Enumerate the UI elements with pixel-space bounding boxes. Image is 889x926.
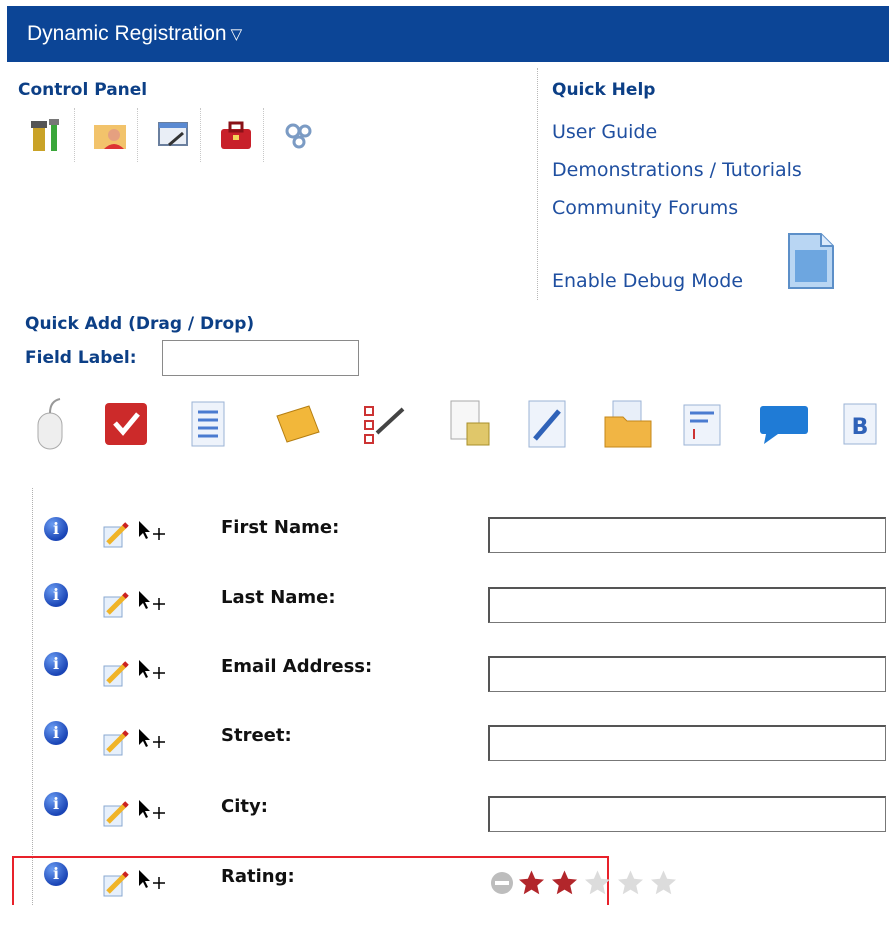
drag-move-icon[interactable]	[137, 798, 169, 822]
drag-move-icon[interactable]	[137, 658, 169, 682]
field-label: City:	[221, 796, 268, 817]
module-header[interactable]: Dynamic Registration ▽	[7, 6, 889, 62]
notes-icon[interactable]	[438, 392, 502, 456]
field-row-last-name: i Last Name:	[0, 583, 889, 647]
star-empty-icon[interactable]	[581, 868, 614, 898]
field-row-email: i Email Address:	[0, 652, 889, 716]
field-row-city: i City:	[0, 792, 889, 856]
quick-help-title: Quick Help	[552, 80, 656, 100]
ticket-icon[interactable]	[266, 392, 330, 456]
comment-icon[interactable]	[752, 392, 816, 456]
module-title: Dynamic Registration	[27, 22, 227, 45]
edit-pencil-icon[interactable]	[102, 800, 130, 828]
edit-pencil-icon[interactable]	[102, 660, 130, 688]
last-name-input[interactable]	[488, 587, 886, 623]
quick-add-title: Quick Add (Drag / Drop)	[25, 314, 255, 334]
tools-icon[interactable]	[20, 108, 75, 162]
enable-debug-link[interactable]: Enable Debug Mode	[552, 270, 743, 292]
field-label: First Name:	[221, 517, 340, 538]
edit-pencil-icon[interactable]	[102, 729, 130, 757]
drag-move-icon[interactable]	[137, 868, 169, 892]
user-folder-icon[interactable]	[83, 108, 138, 162]
field-label-input[interactable]	[162, 340, 359, 376]
user-guide-link[interactable]: User Guide	[552, 121, 657, 143]
control-panel-title: Control Panel	[18, 80, 148, 100]
edit-pencil-icon[interactable]	[102, 521, 130, 549]
list-icon[interactable]	[176, 392, 240, 456]
bold-text-icon[interactable]: B	[826, 392, 889, 456]
info-icon[interactable]: i	[44, 583, 68, 607]
checkbox-icon[interactable]	[94, 392, 158, 456]
drag-move-icon[interactable]	[137, 519, 169, 543]
field-row-rating: i Rating:	[0, 862, 889, 926]
star-empty-icon[interactable]	[647, 868, 680, 898]
info-icon[interactable]: i	[44, 862, 68, 886]
city-input[interactable]	[488, 796, 886, 832]
tutorials-link[interactable]: Demonstrations / Tutorials	[552, 159, 802, 181]
toolbox-icon[interactable]	[209, 108, 264, 162]
community-forums-link[interactable]: Community Forums	[552, 197, 738, 219]
info-icon[interactable]: i	[44, 721, 68, 745]
chevron-down-icon[interactable]: ▽	[231, 25, 243, 43]
clear-rating-icon[interactable]	[489, 870, 515, 896]
field-label: Rating:	[221, 866, 295, 887]
gears-icon[interactable]	[272, 108, 326, 162]
rating-control[interactable]	[489, 868, 680, 898]
field-row-street: i Street:	[0, 721, 889, 785]
star-filled-icon[interactable]	[515, 868, 548, 898]
svg-text:B: B	[852, 415, 869, 440]
star-filled-icon[interactable]	[548, 868, 581, 898]
folder-icon[interactable]	[596, 392, 660, 456]
panel-divider	[537, 68, 538, 300]
info-icon[interactable]: i	[44, 652, 68, 676]
field-label: Last Name:	[221, 587, 336, 608]
edit-window-icon[interactable]	[146, 108, 201, 162]
edit-pencil-icon[interactable]	[102, 870, 130, 898]
field-label: Email Address:	[221, 656, 373, 677]
pen-icon[interactable]	[516, 392, 580, 456]
field-label: Street:	[221, 725, 292, 746]
checklist-icon[interactable]	[352, 392, 416, 456]
binary-file-icon[interactable]	[787, 232, 835, 290]
first-name-input[interactable]	[488, 517, 886, 553]
field-row-first-name: i First Name:	[0, 517, 889, 577]
text-page-icon[interactable]	[670, 392, 734, 456]
drag-move-icon[interactable]	[137, 589, 169, 613]
star-empty-icon[interactable]	[614, 868, 647, 898]
drag-move-icon[interactable]	[137, 727, 169, 751]
info-icon[interactable]: i	[44, 517, 68, 541]
edit-pencil-icon[interactable]	[102, 591, 130, 619]
mouse-icon[interactable]	[18, 392, 82, 456]
control-panel-icons	[20, 108, 334, 162]
field-label-caption: Field Label:	[25, 348, 137, 368]
email-address-input[interactable]	[488, 656, 886, 692]
street-input[interactable]	[488, 725, 886, 761]
quick-add-icons: B	[18, 392, 889, 460]
info-icon[interactable]: i	[44, 792, 68, 816]
